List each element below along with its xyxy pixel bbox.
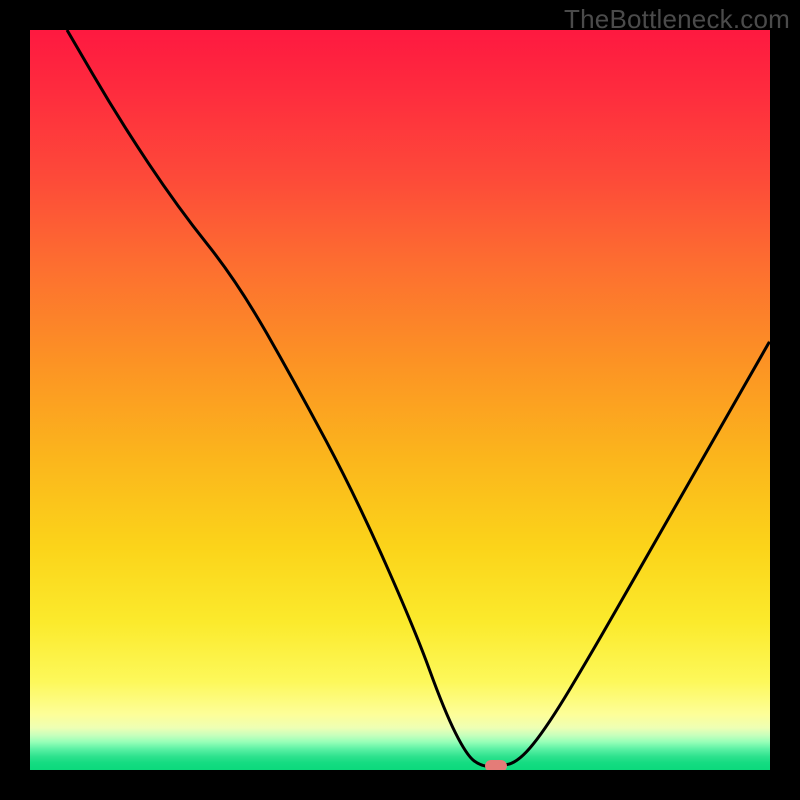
bottleneck-curve bbox=[30, 30, 770, 770]
plot-area bbox=[30, 30, 770, 770]
watermark-text: TheBottleneck.com bbox=[564, 4, 790, 35]
chart-frame: TheBottleneck.com bbox=[0, 0, 800, 800]
optimal-point-marker bbox=[485, 760, 507, 770]
curve-path bbox=[67, 30, 770, 766]
